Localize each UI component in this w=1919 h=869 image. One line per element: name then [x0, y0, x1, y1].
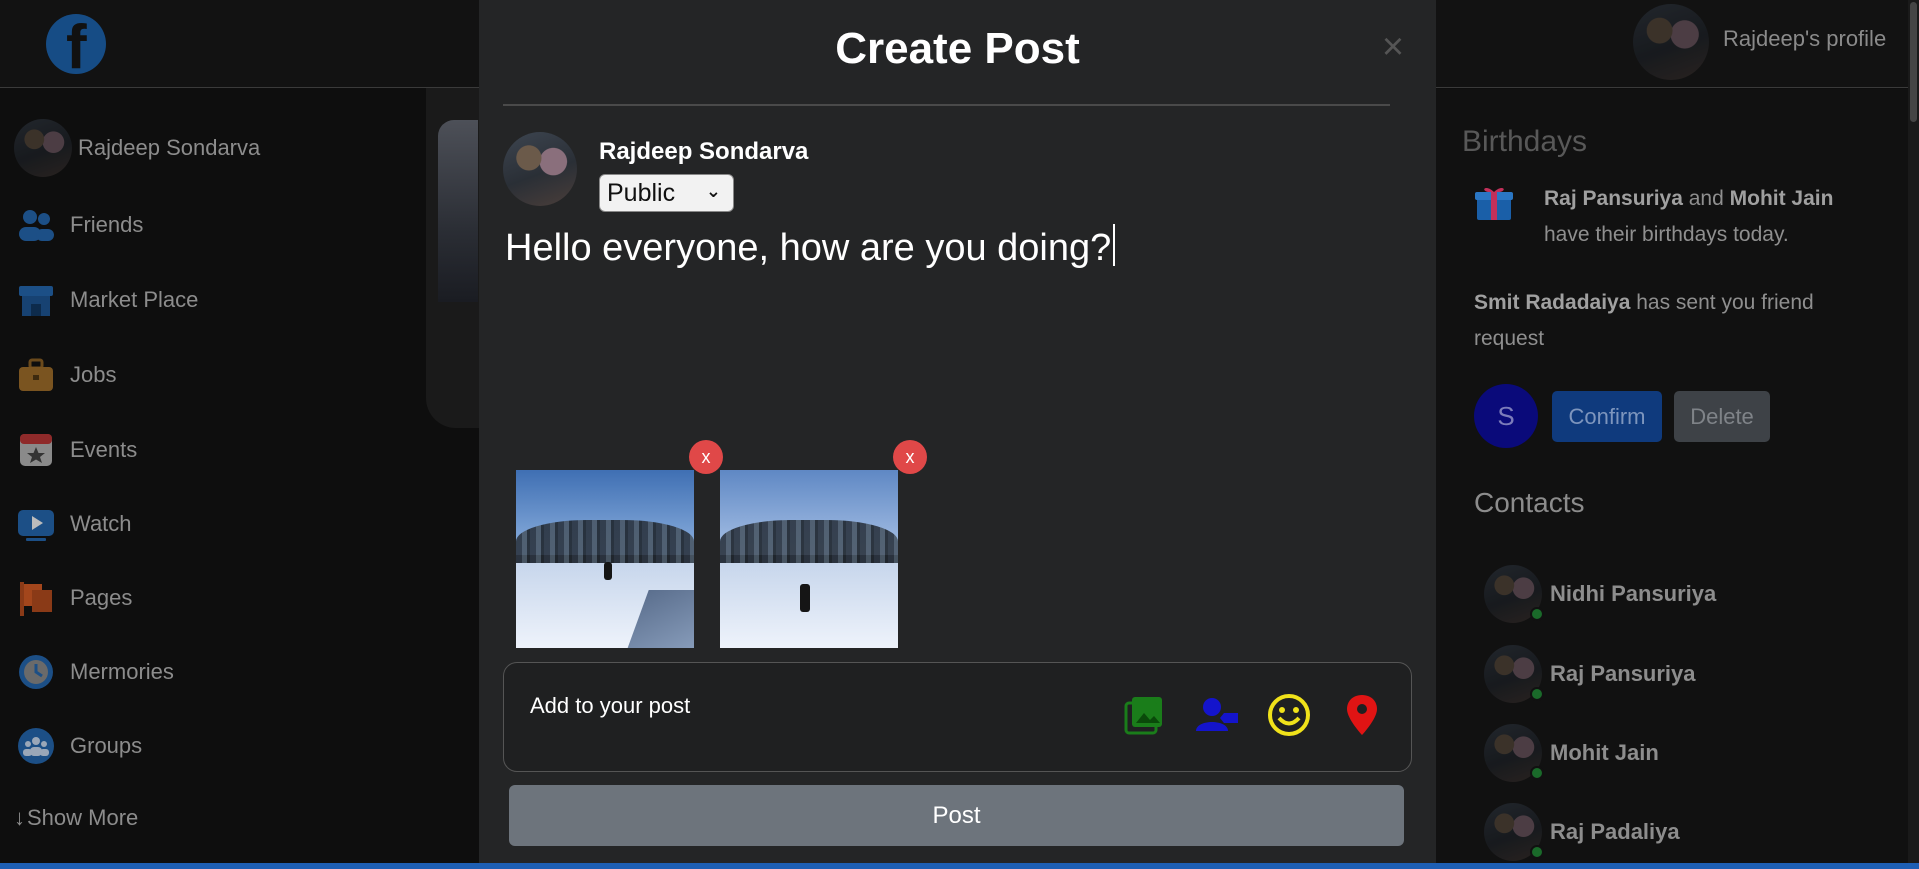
sidebar-item-label: Mermories: [70, 659, 174, 684]
sidebar-item-label: Groups: [70, 733, 143, 758]
pages-icon: [16, 578, 56, 618]
sidebar-item-label: Friends: [70, 212, 144, 237]
sidebar-user-name: Rajdeep Sondarva: [78, 135, 261, 160]
jobs-icon: [16, 355, 56, 395]
feed-photo: [438, 120, 478, 302]
friends-icon: [16, 205, 56, 245]
groups-icon: [16, 726, 56, 766]
marketplace-icon: [16, 280, 56, 320]
close-icon[interactable]: ×: [1377, 28, 1409, 66]
location-icon[interactable]: [1340, 693, 1384, 737]
post-button[interactable]: Post: [509, 785, 1404, 846]
profile-link-label: Rajdeep's profile: [1723, 26, 1887, 51]
page-scrollbar[interactable]: [1908, 0, 1919, 869]
delete-button[interactable]: Delete: [1674, 391, 1770, 442]
add-to-post-label: Add to your post: [530, 693, 691, 718]
contact-name: Mohit Jain: [1550, 740, 1659, 765]
photo-icon[interactable]: [1122, 693, 1166, 737]
avatar: [14, 119, 72, 177]
privacy-select-value: Public: [607, 178, 676, 207]
online-status-icon: [1530, 766, 1544, 780]
request-name[interactable]: Smit Radadaiya: [1474, 291, 1630, 314]
watch-icon: [16, 504, 56, 544]
sidebar-item-memories[interactable]: Mermories: [16, 652, 174, 692]
online-status-icon: [1530, 845, 1544, 859]
arrow-down-icon: ↓: [14, 805, 25, 830]
sidebar-item-label: Events: [70, 437, 138, 462]
right-sidebar: Birthdays Raj Pansuriya and Mohit Jain h…: [1436, 89, 1919, 864]
attached-image: [516, 470, 694, 648]
scrollbar-thumb[interactable]: [1910, 2, 1917, 122]
online-status-icon: [1530, 687, 1544, 701]
contact-name: Raj Padaliya: [1550, 819, 1680, 844]
avatar: [1633, 4, 1709, 80]
sidebar-item-label: Jobs: [70, 362, 117, 387]
bottom-accent-bar: [0, 863, 1919, 869]
sidebar-item-groups[interactable]: Groups: [16, 726, 142, 766]
contacts-heading: Contacts: [1474, 487, 1585, 518]
gift-icon: [1474, 182, 1514, 222]
profile-link[interactable]: Rajdeep's profile: [1633, 4, 1886, 80]
show-more-label: Show More: [27, 805, 139, 830]
avatar: S: [1474, 384, 1538, 448]
confirm-button[interactable]: Confirm: [1552, 391, 1662, 442]
remove-image-button[interactable]: x: [893, 440, 927, 474]
birthdays-heading: Birthdays: [1462, 125, 1588, 158]
modal-title: Create Post: [835, 24, 1080, 73]
birthday-and: and: [1682, 187, 1730, 210]
online-status-icon: [1530, 607, 1544, 621]
contact-item[interactable]: Raj Padaliya: [1484, 803, 1680, 861]
create-post-modal: Create Post × Rajdeep Sondarva Public ⌄ …: [479, 0, 1436, 863]
sidebar-item-label: Watch: [70, 511, 132, 536]
post-text-value: Hello everyone, how are you doing?: [505, 227, 1112, 269]
author-name: Rajdeep Sondarva: [599, 138, 809, 165]
remove-image-button[interactable]: x: [689, 440, 723, 474]
birthday-suffix: have their birthdays today.: [1544, 223, 1789, 246]
text-caret: [1113, 224, 1116, 266]
left-sidebar: Rajdeep Sondarva Friends Market Place Jo…: [0, 89, 420, 864]
sidebar-item-label: Market Place: [70, 287, 199, 312]
sidebar-item-profile[interactable]: Rajdeep Sondarva: [14, 119, 260, 177]
tag-people-icon[interactable]: [1194, 693, 1238, 737]
contact-name: Raj Pansuriya: [1550, 661, 1696, 686]
post-text-input[interactable]: Hello everyone, how are you doing?: [505, 224, 1116, 270]
avatar: [503, 132, 577, 206]
sidebar-item-watch[interactable]: Watch: [16, 504, 132, 544]
attached-image: [720, 470, 898, 648]
facebook-logo-icon[interactable]: f: [46, 13, 106, 82]
memories-icon: [16, 652, 56, 692]
sidebar-item-label: Pages: [70, 585, 133, 610]
privacy-select[interactable]: Public ⌄: [599, 174, 734, 212]
contact-name: Nidhi Pansuriya: [1550, 581, 1717, 606]
sidebar-item-friends[interactable]: Friends: [16, 205, 143, 245]
sidebar-item-marketplace[interactable]: Market Place: [16, 280, 198, 320]
sidebar-item-events[interactable]: Events: [16, 430, 137, 470]
sidebar-item-jobs[interactable]: Jobs: [16, 355, 116, 395]
show-more-button[interactable]: ↓ Show More: [14, 805, 138, 831]
divider: [503, 104, 1390, 106]
contact-item[interactable]: Mohit Jain: [1484, 724, 1659, 782]
events-icon: [16, 430, 56, 470]
friend-request-notice: Smit Radadaiya has sent you friend reque…: [1474, 285, 1874, 357]
chevron-down-icon: ⌄: [705, 181, 721, 201]
contact-item[interactable]: Nidhi Pansuriya: [1484, 565, 1716, 623]
sidebar-item-pages[interactable]: Pages: [16, 578, 132, 618]
feeling-icon[interactable]: [1267, 693, 1311, 737]
contact-item[interactable]: Raj Pansuriya: [1484, 645, 1696, 703]
add-to-post-panel: Add to your post: [503, 662, 1412, 772]
birthday-notice: Raj Pansuriya and Mohit Jain have their …: [1544, 181, 1884, 253]
birthday-name[interactable]: Mohit Jain: [1730, 187, 1834, 210]
birthday-name[interactable]: Raj Pansuriya: [1544, 187, 1683, 210]
